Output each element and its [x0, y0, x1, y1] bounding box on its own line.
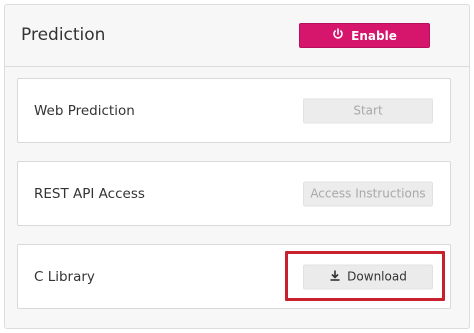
c-library-label: C Library	[34, 268, 95, 285]
web-prediction-label: Web Prediction	[34, 102, 135, 119]
enable-button[interactable]: Enable	[299, 23, 430, 48]
enable-button-label: Enable	[351, 28, 397, 43]
panel-header: Prediction Enable	[5, 5, 469, 67]
download-icon	[329, 269, 341, 284]
card-web-prediction: Web Prediction Start	[17, 78, 451, 143]
card-rest-api: REST API Access Access Instructions	[17, 161, 451, 226]
rest-api-label: REST API Access	[34, 185, 145, 202]
download-button[interactable]: Download	[303, 264, 433, 289]
download-button-label: Download	[347, 269, 407, 284]
access-instructions-button[interactable]: Access Instructions	[303, 181, 433, 206]
panel-title: Prediction	[21, 25, 106, 45]
power-icon	[332, 28, 344, 43]
start-button[interactable]: Start	[303, 98, 433, 123]
card-c-library: C Library Download	[17, 244, 451, 309]
